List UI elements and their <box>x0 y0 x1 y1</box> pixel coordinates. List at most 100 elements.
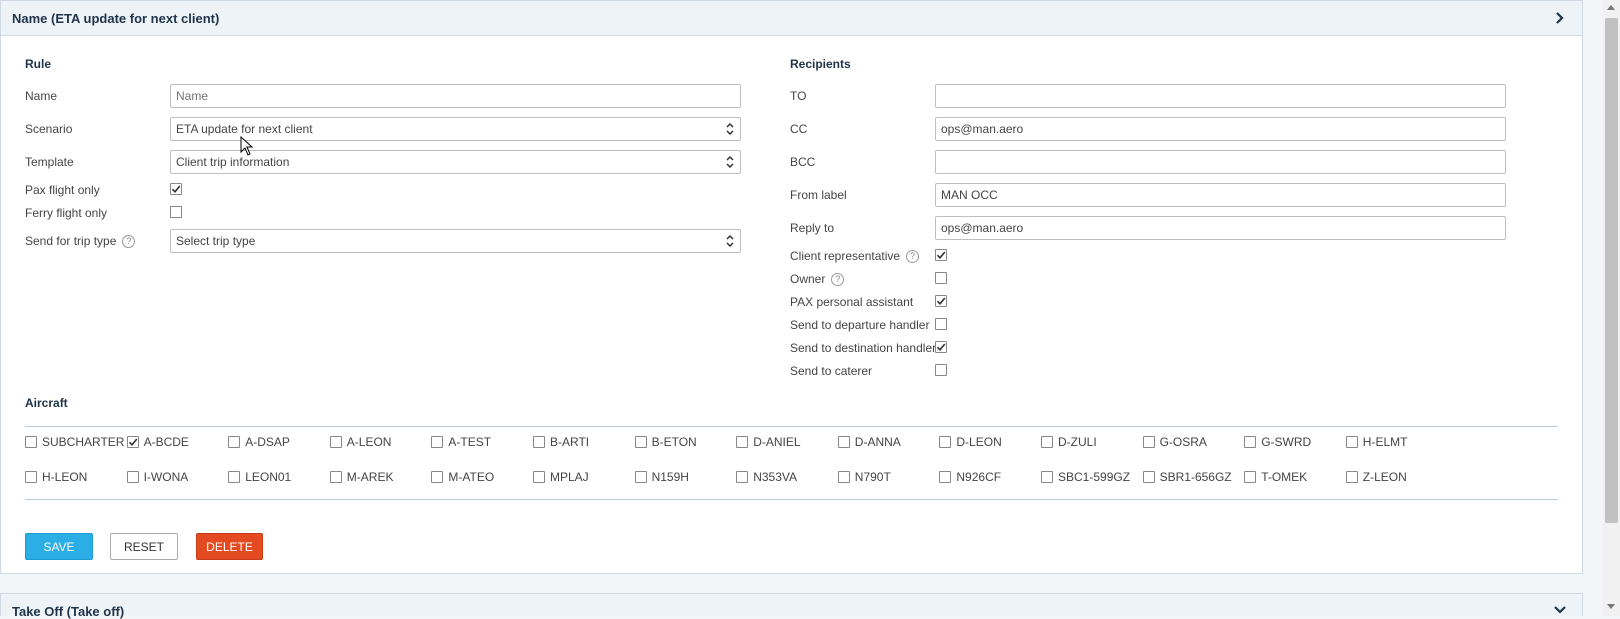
updown-arrows-icon <box>725 122 735 136</box>
vertical-scrollbar[interactable] <box>1603 0 1620 616</box>
aircraft-item[interactable]: A-LEON <box>329 435 391 449</box>
aircraft-checkbox[interactable] <box>329 436 342 448</box>
aircraft-item[interactable]: D-LEON <box>939 435 1002 449</box>
aircraft-checkbox[interactable] <box>634 471 647 483</box>
aircraft-checkbox[interactable] <box>126 471 139 483</box>
aircraft-item[interactable]: N159H <box>634 470 689 484</box>
aircraft-label: N790T <box>854 470 891 484</box>
chevron-right-icon[interactable] <box>1552 10 1568 26</box>
scroll-down-icon[interactable] <box>1607 604 1615 609</box>
aircraft-item[interactable]: G-OSRA <box>1142 435 1207 449</box>
panel-header[interactable]: Name (ETA update for next client) <box>1 1 1582 36</box>
question-circle-icon[interactable]: ? <box>831 272 845 286</box>
aircraft-item[interactable]: T-OMEK <box>1244 470 1307 484</box>
ferry-flight-checkbox[interactable] <box>170 206 182 218</box>
aircraft-item[interactable]: LEON01 <box>228 470 291 484</box>
aircraft-item[interactable]: G-SWRD <box>1244 435 1311 449</box>
aircraft-item[interactable]: B-ARTI <box>533 435 589 449</box>
aircraft-checkbox[interactable] <box>1244 471 1257 483</box>
aircraft-item[interactable]: N353VA <box>736 470 797 484</box>
recipient-checkbox[interactable] <box>935 364 947 376</box>
aircraft-checkbox[interactable] <box>431 471 444 483</box>
recipient-checkbox[interactable] <box>935 295 947 307</box>
aircraft-label: A-DSAP <box>245 435 290 449</box>
pax-flight-checkbox[interactable] <box>170 183 182 195</box>
aircraft-item[interactable]: MPLAJ <box>533 470 589 484</box>
aircraft-label: A-BCDE <box>143 435 189 449</box>
aircraft-item[interactable]: N790T <box>837 470 891 484</box>
aircraft-checkbox[interactable] <box>837 471 850 483</box>
aircraft-label: SBR1-656GZ <box>1159 470 1232 484</box>
recipient-check-row: PAX personal assistant <box>790 295 913 309</box>
aircraft-checkbox[interactable] <box>1142 471 1155 483</box>
question-circle-icon[interactable]: ? <box>906 249 920 263</box>
scenario-select[interactable]: ETA update for next client <box>170 117 741 141</box>
aircraft-checkbox[interactable] <box>533 471 545 483</box>
recipient-checkbox[interactable] <box>935 318 947 330</box>
aircraft-checkbox[interactable] <box>1244 436 1257 448</box>
aircraft-item[interactable]: D-ANNA <box>837 435 901 449</box>
aircraft-checkbox[interactable] <box>228 471 241 483</box>
aircraft-label: D-ZULI <box>1058 435 1097 449</box>
aircraft-item[interactable]: SBR1-656GZ <box>1142 470 1232 484</box>
aircraft-label: I-WONA <box>143 470 189 484</box>
next-panel-header[interactable]: Take Off (Take off) <box>0 593 1583 619</box>
aircraft-checkbox[interactable] <box>837 436 850 448</box>
aircraft-checkbox[interactable] <box>634 436 647 448</box>
template-value: Client trip information <box>176 155 290 169</box>
recipient-checkbox[interactable] <box>935 341 947 353</box>
delete-button[interactable]: DELETE <box>196 533 263 560</box>
aircraft-item[interactable]: Z-LEON <box>1345 470 1407 484</box>
recipient-checkbox[interactable] <box>935 272 947 284</box>
aircraft-item[interactable]: M-AREK <box>329 470 393 484</box>
bcc-label: BCC <box>790 155 816 169</box>
name-input[interactable] <box>170 84 741 108</box>
reply-to-input[interactable]: ops@man.aero <box>935 216 1506 240</box>
recipient-checkbox[interactable] <box>935 249 947 261</box>
aircraft-checkbox[interactable] <box>939 436 952 448</box>
aircraft-checkbox[interactable] <box>736 471 749 483</box>
aircraft-checkbox[interactable] <box>329 471 342 483</box>
save-button[interactable]: SAVE <box>25 533 93 560</box>
to-input[interactable] <box>935 84 1506 108</box>
aircraft-checkbox[interactable] <box>1142 436 1155 448</box>
aircraft-checkbox[interactable] <box>126 436 139 448</box>
aircraft-checkbox[interactable] <box>431 436 444 448</box>
aircraft-checkbox[interactable] <box>228 436 241 448</box>
aircraft-item[interactable]: H-LEON <box>25 470 87 484</box>
scrollbar-thumb[interactable] <box>1605 18 1618 523</box>
recipient-check-row: Send to destination handler <box>790 341 936 355</box>
aircraft-checkbox[interactable] <box>1041 436 1053 448</box>
aircraft-item[interactable]: B-ETON <box>634 435 697 449</box>
aircraft-checkbox[interactable] <box>1345 471 1358 483</box>
aircraft-item[interactable]: H-ELMT <box>1345 435 1408 449</box>
aircraft-item[interactable]: SBC1-599GZ <box>1041 470 1130 484</box>
aircraft-checkbox[interactable] <box>1345 436 1358 448</box>
scroll-up-icon[interactable] <box>1607 5 1615 10</box>
aircraft-item[interactable]: A-BCDE <box>126 435 189 449</box>
template-select[interactable]: Client trip information <box>170 150 741 174</box>
aircraft-checkbox[interactable] <box>533 436 545 448</box>
aircraft-label: SUBCHARTER <box>42 435 125 449</box>
question-circle-icon[interactable]: ? <box>122 234 136 248</box>
aircraft-item[interactable]: I-WONA <box>126 470 189 484</box>
aircraft-item[interactable]: M-ATEO <box>431 470 494 484</box>
aircraft-item[interactable]: A-DSAP <box>228 435 290 449</box>
aircraft-label: H-ELMT <box>1362 435 1408 449</box>
aircraft-item[interactable]: N926CF <box>939 470 1001 484</box>
bcc-input[interactable] <box>935 150 1506 174</box>
aircraft-checkbox[interactable] <box>736 436 749 448</box>
aircraft-checkbox[interactable] <box>1041 471 1053 483</box>
aircraft-checkbox[interactable] <box>25 436 37 448</box>
aircraft-item[interactable]: D-ANIEL <box>736 435 801 449</box>
aircraft-item[interactable]: D-ZULI <box>1041 435 1097 449</box>
aircraft-checkbox[interactable] <box>25 471 37 483</box>
aircraft-item[interactable]: A-TEST <box>431 435 491 449</box>
from-label-input[interactable]: MAN OCC <box>935 183 1506 207</box>
aircraft-item[interactable]: SUBCHARTER <box>25 435 124 449</box>
cc-input[interactable]: ops@man.aero <box>935 117 1506 141</box>
template-label: Template <box>25 155 74 169</box>
trip-type-select[interactable]: Select trip type <box>170 229 741 253</box>
reset-button[interactable]: RESET <box>110 533 178 560</box>
aircraft-checkbox[interactable] <box>939 471 952 483</box>
